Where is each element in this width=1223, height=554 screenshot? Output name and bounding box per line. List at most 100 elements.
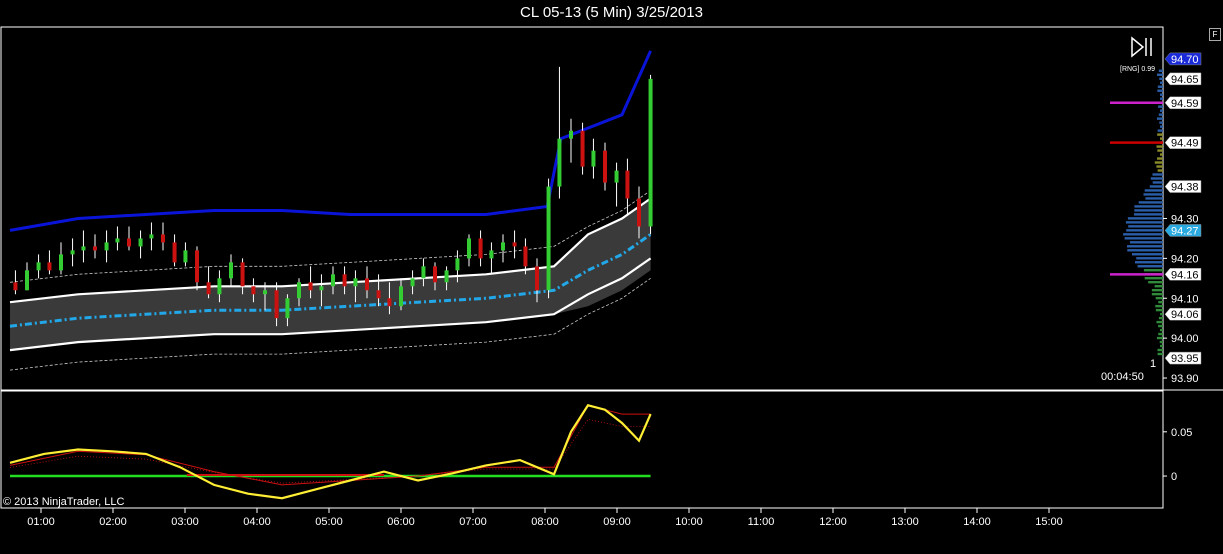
- row-count-label: 1: [1150, 358, 1156, 370]
- candle-body: [127, 238, 131, 247]
- profile-bar: [1127, 217, 1163, 220]
- candle-body: [535, 266, 539, 291]
- candle-body: [138, 238, 143, 247]
- oscillator-layer: 0.05 0: [9, 404, 1192, 500]
- profile-bar: [1160, 344, 1163, 348]
- flag-button[interactable]: F: [1209, 28, 1221, 41]
- candle-body: [637, 198, 641, 227]
- candle-body: [399, 286, 403, 307]
- profile-bar: [1128, 225, 1163, 228]
- profile-bar: [1158, 105, 1163, 108]
- candle-body: [342, 274, 347, 287]
- profile-bar: [1160, 97, 1163, 100]
- profile-bar: [1156, 117, 1163, 120]
- price-marker-label: 94.65: [1171, 74, 1199, 86]
- profile-bar: [1157, 149, 1163, 152]
- profile-bar: [1148, 280, 1163, 284]
- candle-body: [421, 266, 426, 279]
- profile-bar: [1158, 324, 1163, 328]
- candle-body: [70, 250, 75, 255]
- candle-body: [501, 242, 505, 251]
- candle-body: [183, 250, 188, 263]
- profile-bar: [1156, 320, 1163, 324]
- profile-bar: [1134, 209, 1163, 212]
- profile-bar: [1154, 161, 1163, 164]
- candle-body: [274, 290, 279, 319]
- time-tick-label: 14:00: [963, 516, 991, 528]
- profile-bar: [1156, 336, 1163, 340]
- profile-bar: [1157, 169, 1163, 172]
- osc-tick-label: 0: [1171, 471, 1177, 483]
- profile-bar: [1133, 213, 1163, 216]
- candle-body: [13, 282, 18, 291]
- candle-body: [149, 234, 154, 239]
- profile-bar: [1160, 81, 1163, 84]
- profile-bar: [1151, 292, 1163, 296]
- candle-body: [104, 242, 109, 251]
- profile-bar: [1156, 145, 1163, 148]
- candle-body: [93, 246, 97, 251]
- price-marker-label: 94.70: [1171, 54, 1199, 66]
- candle-body: [591, 150, 596, 167]
- profile-bar: [1152, 181, 1163, 184]
- profile-bar: [1124, 237, 1163, 240]
- candle-body: [25, 270, 29, 291]
- candle-body: [331, 274, 335, 287]
- candle-body: [285, 298, 290, 319]
- time-tick-label: 10:00: [675, 516, 703, 528]
- profile-bar: [1160, 109, 1163, 112]
- candle-body: [297, 282, 301, 299]
- candle-body: [229, 262, 233, 279]
- profile-bar: [1157, 352, 1163, 356]
- profile-bar: [1157, 73, 1163, 76]
- play-pause-icon[interactable]: [1131, 36, 1152, 58]
- candle-body: [365, 278, 369, 291]
- time-tick-label: 11:00: [748, 516, 775, 528]
- candle-body: [512, 242, 517, 247]
- bands-layer: [9, 50, 652, 371]
- profile-bar: [1160, 93, 1163, 96]
- profile-bar: [1158, 332, 1163, 336]
- profile-bar: [1125, 221, 1163, 224]
- candle-body: [625, 170, 630, 199]
- time-tick-label: 12:00: [819, 516, 847, 528]
- candle-body: [467, 238, 471, 259]
- candle-body: [387, 298, 392, 307]
- candle-body: [161, 234, 165, 243]
- profile-bar: [1152, 173, 1163, 176]
- candle-body: [263, 290, 267, 295]
- candle-body: [319, 286, 324, 291]
- profile-bar: [1126, 229, 1163, 232]
- candle-body: [240, 262, 245, 287]
- candle-body: [195, 250, 199, 283]
- price-marker-label: 94.16: [1171, 269, 1199, 281]
- profile-bar: [1145, 197, 1163, 200]
- price-tick-label: 94.30: [1171, 213, 1199, 225]
- time-tick-label: 09:00: [603, 516, 631, 528]
- rng-label: [RNG] 0.99: [1120, 66, 1155, 73]
- chart-canvas[interactable]: 94.30 94.20 94.10 94.00 93.90 94.70 94.65 94.59…: [0, 0, 1223, 554]
- profile-bar: [1157, 89, 1163, 92]
- profile-bar: [1155, 308, 1163, 312]
- time-tick-label: 13:00: [891, 516, 919, 528]
- profile-bar: [1134, 261, 1163, 264]
- profile-bar: [1160, 328, 1163, 332]
- profile-bar: [1158, 300, 1163, 304]
- profile-bar: [1144, 277, 1163, 280]
- profile-bar: [1143, 193, 1163, 196]
- candle-body: [410, 278, 415, 287]
- profile-bar: [1157, 348, 1163, 352]
- profile-bar: [1158, 113, 1163, 116]
- candle-body: [36, 262, 41, 271]
- profile-bar: [1160, 137, 1163, 140]
- candle-body: [172, 242, 177, 263]
- candle-body: [648, 78, 653, 227]
- candle-body: [47, 262, 52, 271]
- price-tick-label: 94.20: [1171, 253, 1199, 265]
- profile-bar: [1158, 69, 1163, 72]
- candle-body: [614, 170, 619, 183]
- candle-body: [580, 130, 585, 167]
- time-tick-label: 07:00: [459, 516, 487, 528]
- time-tick-label: 01:00: [27, 516, 55, 528]
- profile-bar: [1127, 245, 1163, 248]
